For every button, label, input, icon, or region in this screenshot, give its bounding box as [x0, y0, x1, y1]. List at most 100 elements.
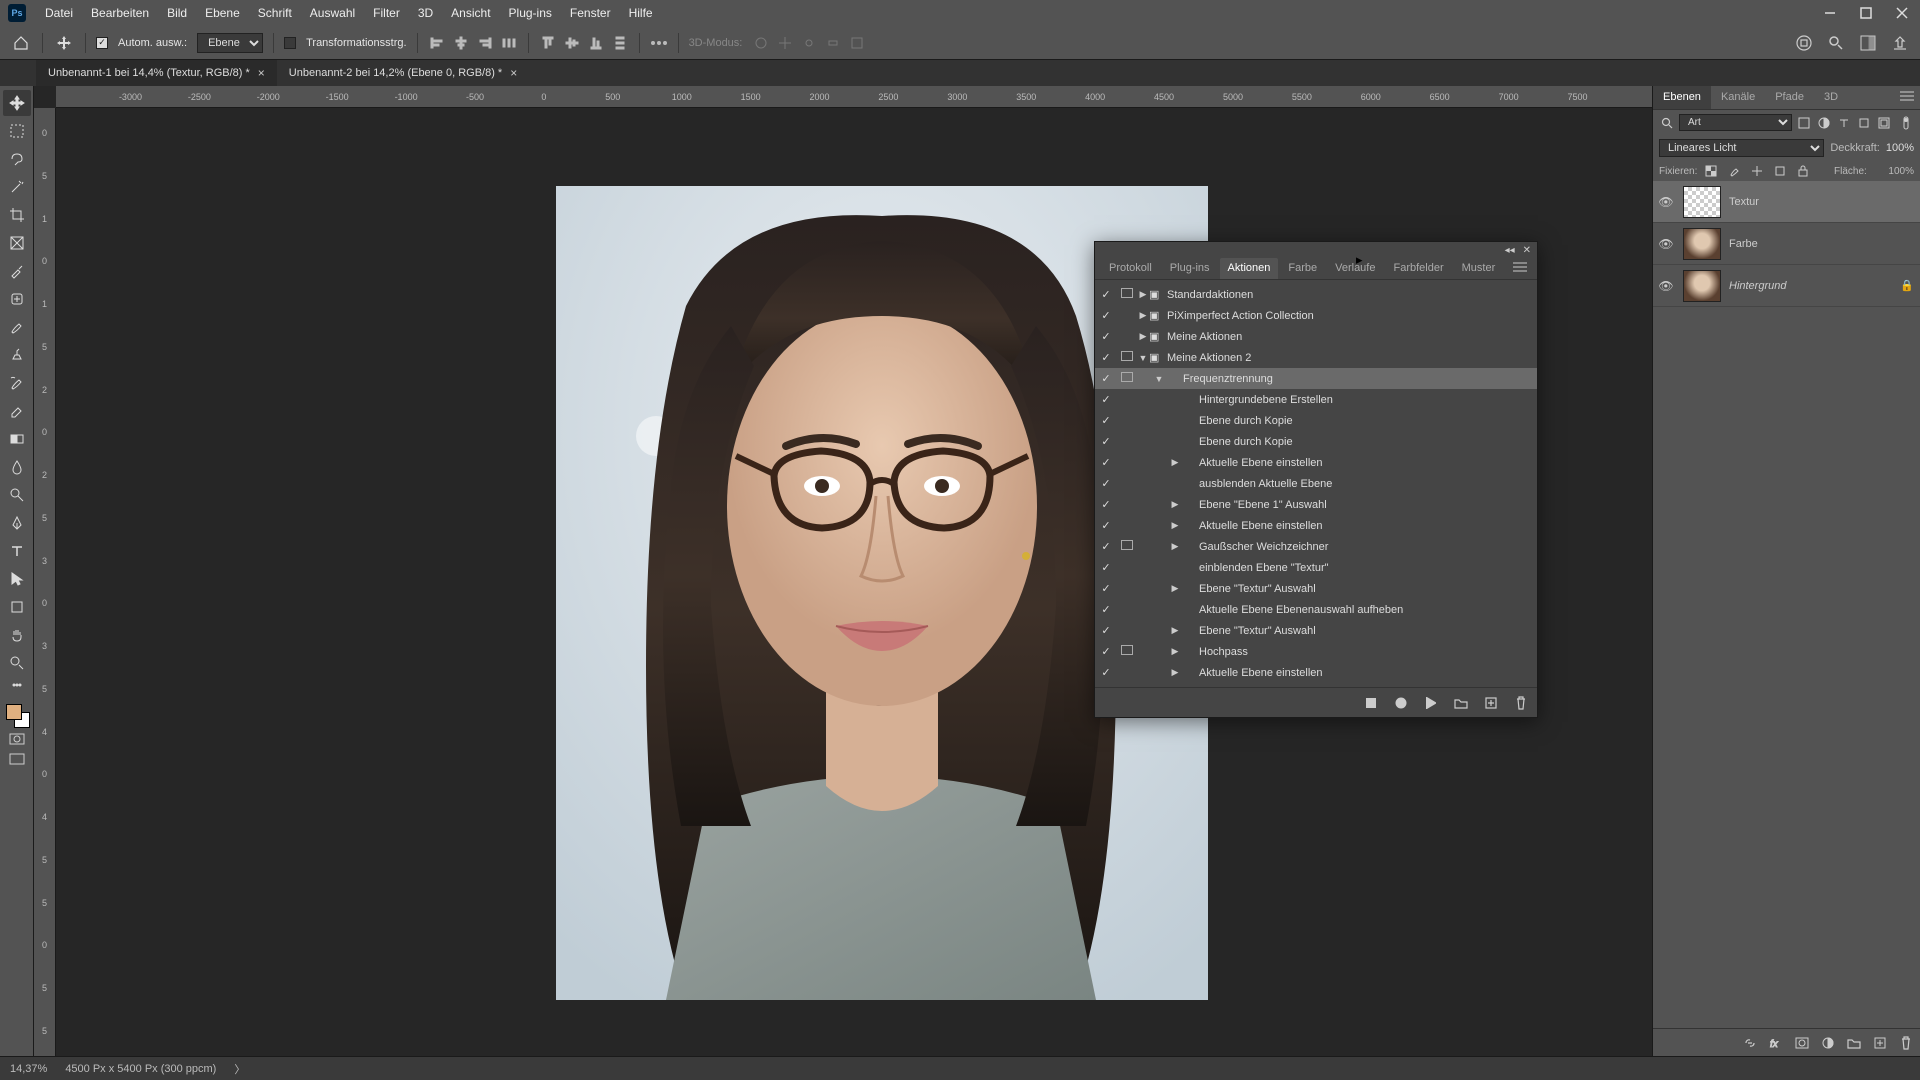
layer-name[interactable]: Farbe	[1729, 238, 1892, 250]
action-enabled-check[interactable]: ✓	[1095, 603, 1117, 616]
expand-icon[interactable]: ▼	[1153, 374, 1165, 384]
color-swatches[interactable]	[4, 702, 30, 728]
eraser-tool[interactable]	[3, 398, 31, 424]
type-tool[interactable]	[3, 538, 31, 564]
right-tab-ebenen[interactable]: Ebenen	[1653, 86, 1711, 109]
layer-thumbnail[interactable]	[1683, 228, 1721, 260]
action-dialog-toggle[interactable]	[1117, 351, 1137, 364]
magic-wand-tool[interactable]	[3, 174, 31, 200]
menu-hilfe[interactable]: Hilfe	[620, 6, 662, 20]
lasso-tool[interactable]	[3, 146, 31, 172]
action-row[interactable]: ✓▶Aktuelle Ebene einstellen	[1095, 662, 1537, 683]
move-tool[interactable]	[3, 90, 31, 116]
transform-controls-checkbox[interactable]	[284, 37, 296, 49]
healing-brush-tool[interactable]	[3, 286, 31, 312]
action-enabled-check[interactable]: ✓	[1095, 351, 1117, 364]
align-v-center-icon[interactable]	[563, 34, 581, 52]
layers-list[interactable]: 👁Textur👁Farbe👁Hintergrund🔒	[1653, 181, 1920, 1028]
action-enabled-check[interactable]: ✓	[1095, 372, 1117, 385]
layer-visibility-icon[interactable]: 👁	[1657, 237, 1675, 251]
cloud-docs-icon[interactable]	[1794, 33, 1814, 53]
action-row[interactable]: ✓▶Hochpass	[1095, 641, 1537, 662]
menu-3d[interactable]: 3D	[409, 6, 442, 20]
layer-name[interactable]: Hintergrund	[1729, 280, 1892, 292]
menu-plug-ins[interactable]: Plug-ins	[500, 6, 561, 20]
adjustment-layer-icon[interactable]	[1820, 1035, 1836, 1051]
share-icon[interactable]	[1890, 33, 1910, 53]
pen-tool[interactable]	[3, 510, 31, 536]
close-tab-icon[interactable]: ×	[510, 66, 517, 80]
action-row[interactable]: ✓▶Aktuelle Ebene einstellen	[1095, 515, 1537, 536]
filter-type-icon[interactable]	[1836, 115, 1852, 131]
stop-record-icon[interactable]	[1363, 695, 1379, 711]
blur-tool[interactable]	[3, 454, 31, 480]
home-button[interactable]	[10, 32, 32, 54]
action-enabled-check[interactable]: ✓	[1095, 456, 1117, 469]
path-selection-tool[interactable]	[3, 566, 31, 592]
delete-layer-icon[interactable]	[1898, 1035, 1914, 1051]
action-dialog-toggle[interactable]	[1117, 540, 1137, 553]
action-enabled-check[interactable]: ✓	[1095, 624, 1117, 637]
layer-style-icon[interactable]: fx	[1768, 1035, 1784, 1051]
action-row[interactable]: ✓▶Ebene "Ebene 1" Auswahl	[1095, 494, 1537, 515]
actions-list[interactable]: ✓▶▣Standardaktionen✓▶▣PiXimperfect Actio…	[1095, 280, 1537, 687]
search-icon[interactable]	[1826, 33, 1846, 53]
layer-visibility-icon[interactable]: 👁	[1657, 195, 1675, 209]
action-row[interactable]: ✓▼▣Meine Aktionen 2	[1095, 347, 1537, 368]
action-row[interactable]: ✓▶▣PiXimperfect Action Collection	[1095, 305, 1537, 326]
action-enabled-check[interactable]: ✓	[1095, 645, 1117, 658]
action-row[interactable]: ✓▶▣Meine Aktionen	[1095, 326, 1537, 347]
panel-tab-farbe[interactable]: Farbe	[1280, 258, 1325, 279]
history-brush-tool[interactable]	[3, 370, 31, 396]
right-panel-menu-icon[interactable]	[1894, 86, 1920, 109]
action-row[interactable]: ✓ausblenden Aktuelle Ebene	[1095, 473, 1537, 494]
canvas[interactable]: -3000-2500-2000-1500-1000-50005001000150…	[34, 86, 1652, 1056]
doc-info-expand-icon[interactable]: 〉	[234, 1061, 245, 1077]
action-enabled-check[interactable]: ✓	[1095, 435, 1117, 448]
panel-tab-verlaufe[interactable]: Verlaufe	[1327, 258, 1383, 279]
action-dialog-toggle[interactable]	[1117, 645, 1137, 658]
layer-filter-select[interactable]: Art	[1679, 114, 1792, 131]
action-enabled-check[interactable]: ✓	[1095, 309, 1117, 322]
filter-smart-icon[interactable]	[1876, 115, 1892, 131]
menu-fenster[interactable]: Fenster	[561, 6, 620, 20]
action-row[interactable]: ✓Aktuelle Ebene Ebenenauswahl aufheben	[1095, 599, 1537, 620]
menu-ansicht[interactable]: Ansicht	[442, 6, 499, 20]
brush-tool[interactable]	[3, 314, 31, 340]
distribute-v-icon[interactable]	[611, 34, 629, 52]
action-enabled-check[interactable]: ✓	[1095, 582, 1117, 595]
auto-select-target[interactable]: Ebene	[197, 33, 263, 53]
action-dialog-toggle[interactable]	[1117, 288, 1137, 301]
filter-toggle-icon[interactable]	[1898, 115, 1914, 131]
filter-pixel-icon[interactable]	[1796, 115, 1812, 131]
expand-icon[interactable]: ▼	[1137, 353, 1149, 363]
action-row[interactable]: ✓▶Ebene "Textur" Auswahl	[1095, 578, 1537, 599]
expand-icon[interactable]: ▶	[1169, 499, 1181, 510]
menu-auswahl[interactable]: Auswahl	[301, 6, 364, 20]
action-enabled-check[interactable]: ✓	[1095, 540, 1117, 553]
panel-tab-farbfelder[interactable]: Farbfelder	[1385, 258, 1451, 279]
expand-icon[interactable]: ▶	[1137, 331, 1149, 342]
frame-tool[interactable]	[3, 230, 31, 256]
expand-icon[interactable]: ▶	[1169, 457, 1181, 468]
align-bottom-icon[interactable]	[587, 34, 605, 52]
align-top-icon[interactable]	[539, 34, 557, 52]
action-row[interactable]: ✓▶Aktuelle Ebene einstellen	[1095, 452, 1537, 473]
clone-stamp-tool[interactable]	[3, 342, 31, 368]
lock-position-icon[interactable]	[1748, 163, 1766, 179]
close-button[interactable]	[1884, 0, 1920, 26]
action-row[interactable]: ✓Hintergrundebene Erstellen	[1095, 389, 1537, 410]
fg-color-swatch[interactable]	[6, 704, 22, 720]
close-tab-icon[interactable]: ×	[258, 66, 265, 80]
action-row[interactable]: ✓Ebene durch Kopie	[1095, 431, 1537, 452]
opacity-value[interactable]: 100%	[1886, 142, 1914, 154]
action-enabled-check[interactable]: ✓	[1095, 330, 1117, 343]
action-enabled-check[interactable]: ✓	[1095, 666, 1117, 679]
lock-all-icon[interactable]	[1794, 163, 1812, 179]
distribute-h-icon[interactable]	[500, 34, 518, 52]
link-layers-icon[interactable]	[1742, 1035, 1758, 1051]
menu-schrift[interactable]: Schrift	[249, 6, 301, 20]
menu-bild[interactable]: Bild	[158, 6, 196, 20]
eyedropper-tool[interactable]	[3, 258, 31, 284]
expand-icon[interactable]: ▶	[1169, 583, 1181, 594]
